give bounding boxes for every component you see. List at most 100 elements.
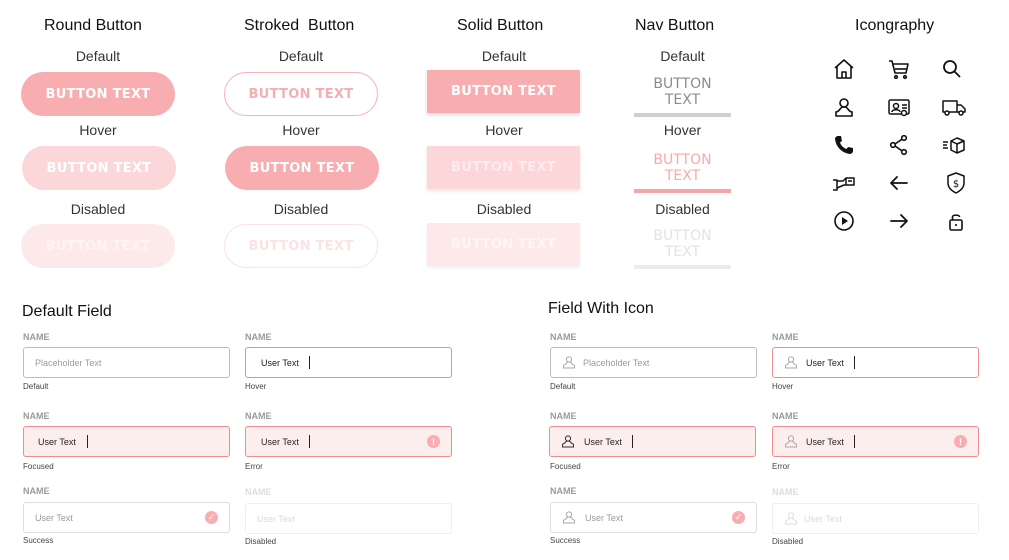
help-text-error: Error [772, 462, 790, 471]
round-button-default[interactable]: BUTTON TEXT [21, 72, 175, 116]
phone-icon[interactable] [832, 133, 856, 157]
user-text: User Text [38, 437, 76, 447]
help-text-error: Error [245, 462, 263, 471]
user-text: User Text [806, 358, 844, 368]
nav-button-disabled: BUTTON TEXT [634, 228, 731, 269]
help-text-focused: Focused [23, 462, 54, 471]
field-label: NAME [245, 332, 272, 342]
solid-button-default[interactable]: BUTTON TEXT [427, 70, 580, 113]
search-icon[interactable] [940, 57, 964, 81]
share-icon[interactable] [887, 133, 911, 157]
help-text-disabled: Disabled [772, 537, 804, 546]
icon-name-field-focused[interactable]: User Text [549, 426, 756, 457]
placeholder-text: Placeholder Text [583, 358, 650, 368]
solid-button-hover[interactable]: BUTTON TEXT [427, 146, 580, 189]
user-icon [561, 434, 575, 448]
round-default-label: Default [75, 48, 121, 64]
home-icon[interactable] [832, 57, 856, 81]
user-text: User Text [584, 437, 622, 447]
icon-name-field-default[interactable]: Placeholder Text [550, 347, 757, 378]
stroked-button-hover[interactable]: BUTTON TEXT [225, 146, 379, 190]
id-card-icon[interactable] [887, 95, 911, 119]
stroked-default-label: Default [278, 48, 324, 64]
lock-icon[interactable] [944, 209, 968, 233]
fast-box-icon[interactable] [942, 133, 966, 157]
user-icon [784, 434, 798, 448]
round-button-hover[interactable]: BUTTON TEXT [22, 146, 176, 190]
name-field-default[interactable]: Placeholder Text [23, 347, 230, 378]
placeholder-text: Placeholder Text [35, 358, 102, 368]
error-alert-icon: ! [427, 435, 440, 448]
icon-name-field-disabled: User Text [772, 503, 979, 534]
help-text-focused: Focused [550, 462, 581, 471]
user-icon[interactable] [832, 95, 856, 119]
round-button-title: Round Button [44, 17, 142, 34]
name-field-error[interactable]: User Text ! [245, 426, 452, 457]
nav-disabled-label: Disabled [655, 201, 710, 217]
dollar-shield-icon[interactable]: $ [944, 171, 968, 195]
payment-hand-icon[interactable] [832, 171, 856, 195]
icon-name-field-hover[interactable]: User Text [772, 347, 979, 378]
field-label: NAME [23, 332, 50, 342]
solid-button-disabled: BUTTON TEXT [427, 223, 580, 266]
icon-field-title: Field With Icon [548, 300, 654, 317]
stroked-disabled-label: Disabled [273, 201, 329, 217]
user-icon [562, 355, 576, 369]
play-icon[interactable] [832, 209, 856, 233]
stroked-button-disabled: BUTTON TEXT [224, 224, 378, 268]
stroked-button-default[interactable]: BUTTON TEXT [224, 72, 378, 116]
round-disabled-label: Disabled [70, 201, 126, 217]
arrow-left-icon[interactable] [887, 171, 911, 195]
success-check-icon: ✓ [205, 511, 218, 524]
field-label: NAME [772, 487, 799, 497]
user-icon [562, 510, 576, 524]
name-field-focused[interactable]: User Text [23, 426, 230, 457]
name-field-success[interactable]: User Text ✓ [23, 502, 230, 533]
text-cursor [854, 435, 855, 448]
nav-button-default[interactable]: BUTTON TEXT [634, 76, 731, 117]
field-label: NAME [550, 486, 577, 496]
iconography-title: Icongraphy [855, 17, 935, 34]
text-cursor [87, 435, 88, 448]
icon-name-field-success[interactable]: User Text ✓ [550, 502, 757, 533]
stroked-hover-label: Hover [282, 122, 320, 138]
svg-text:$: $ [953, 179, 959, 190]
name-field-hover[interactable]: User Text [245, 347, 452, 378]
user-text: User Text [257, 514, 295, 524]
delivery-truck-icon[interactable] [942, 95, 966, 119]
cart-icon[interactable] [887, 57, 911, 81]
round-button-disabled: BUTTON TEXT [21, 224, 175, 268]
round-hover-label: Hover [79, 122, 117, 138]
nav-hover-label: Hover [663, 122, 702, 138]
icon-name-field-error[interactable]: User Text ! [772, 426, 979, 457]
stroked-button-title: Stroked Button [244, 17, 355, 34]
arrow-right-icon[interactable] [887, 209, 911, 233]
help-text-default: Default [23, 382, 49, 391]
user-text: User Text [585, 513, 623, 523]
default-field-title: Default Field [22, 303, 112, 320]
user-text: User Text [804, 514, 842, 524]
field-label: NAME [23, 486, 50, 496]
error-alert-icon: ! [954, 435, 967, 448]
user-text: User Text [261, 358, 299, 368]
nav-default-label: Default [660, 48, 705, 64]
help-text-hover: Hover [772, 382, 794, 391]
text-cursor [632, 435, 633, 448]
field-label: NAME [245, 487, 272, 497]
solid-hover-label: Hover [485, 122, 523, 138]
text-cursor [309, 356, 310, 369]
help-text-disabled: Disabled [245, 537, 277, 546]
field-label: NAME [772, 332, 799, 342]
name-field-disabled: User Text [245, 503, 452, 534]
field-label: NAME [23, 411, 50, 421]
solid-default-label: Default [481, 48, 527, 64]
help-text-success: Success [23, 536, 54, 545]
field-label: NAME [550, 332, 577, 342]
user-text: User Text [806, 437, 844, 447]
text-cursor [854, 356, 855, 369]
help-text-default: Default [550, 382, 576, 391]
user-text: User Text [35, 513, 73, 523]
nav-button-title: Nav Button [635, 17, 715, 34]
nav-button-hover[interactable]: BUTTON TEXT [634, 152, 731, 193]
text-cursor [309, 435, 310, 448]
